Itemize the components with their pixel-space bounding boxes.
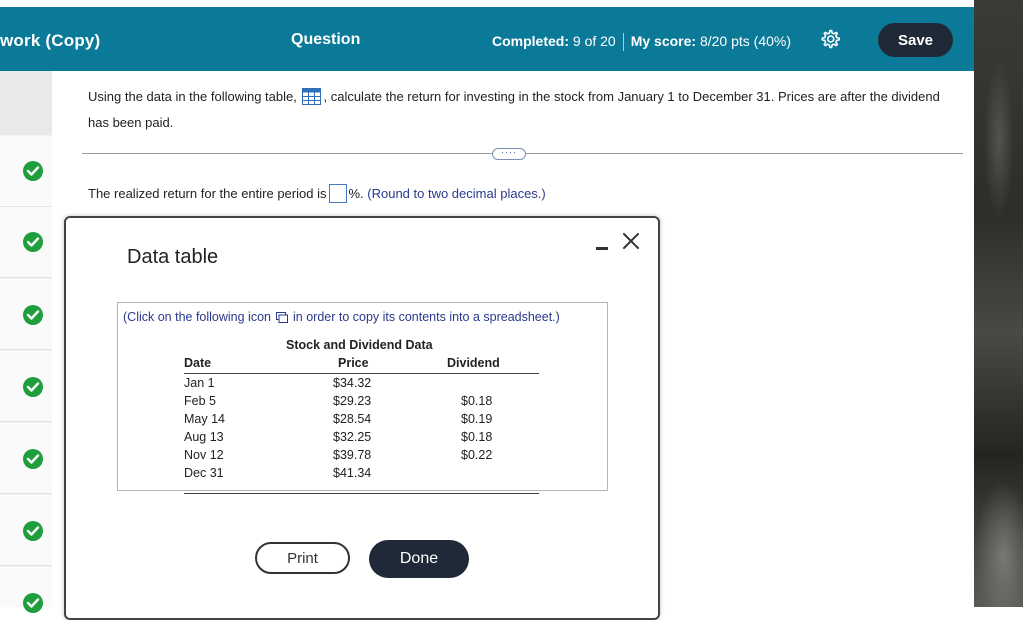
table-cell-date: Nov 12 xyxy=(184,448,224,462)
question-text-start: Using the data in the following table, xyxy=(88,89,297,104)
sidebar-question-item[interactable] xyxy=(0,136,52,207)
completed-value: 9 of 20 xyxy=(572,33,616,49)
sidebar-header xyxy=(0,71,52,135)
check-circle-icon xyxy=(23,593,43,613)
column-header-date: Date xyxy=(184,356,212,370)
score-value: 8/20 pts (40%) xyxy=(699,33,792,49)
table-icon[interactable] xyxy=(302,88,322,112)
close-icon[interactable] xyxy=(622,232,642,252)
save-button[interactable]: Save xyxy=(878,23,953,57)
header-bar: work (Copy) Question Completed: 9 of 20 M… xyxy=(0,7,974,71)
sidebar-question-item[interactable] xyxy=(0,351,52,422)
sidebar-question-item[interactable] xyxy=(0,567,52,613)
expand-more-button[interactable]: ···· xyxy=(492,148,526,160)
answer-hint: (Round to two decimal places.) xyxy=(367,186,546,201)
table-cell-dividend: $0.22 xyxy=(461,448,493,462)
copy-note: (Click on the following icon in order to… xyxy=(123,310,560,326)
top-gap xyxy=(0,0,974,7)
table-cell-dividend: $0.18 xyxy=(461,394,493,408)
score-label: My score: xyxy=(630,33,697,49)
progress-separator xyxy=(622,33,624,52)
gear-icon[interactable] xyxy=(819,28,841,50)
copy-spreadsheet-icon[interactable] xyxy=(276,312,288,326)
table-cell-price: $32.25 xyxy=(333,430,372,444)
check-circle-icon xyxy=(23,521,43,541)
column-header-price: Price xyxy=(338,356,369,370)
answer-prefix: The realized return for the entire perio… xyxy=(88,186,327,201)
table-cell-price: $34.32 xyxy=(333,376,372,390)
table-cell-dividend: $0.18 xyxy=(461,430,493,444)
sidebar-question-item[interactable] xyxy=(0,279,52,350)
modal-title: Data table xyxy=(127,246,219,268)
question-label: Question xyxy=(291,31,361,48)
table-cell-price: $28.54 xyxy=(333,412,372,426)
answer-suffix: %. xyxy=(348,186,364,201)
sidebar-question-item[interactable] xyxy=(0,423,52,494)
minimize-icon[interactable] xyxy=(596,240,610,254)
done-button[interactable]: Done xyxy=(369,540,469,578)
table-cell-date: Jan 1 xyxy=(184,376,215,390)
check-circle-icon xyxy=(23,377,43,397)
data-table-modal: Data table (Click on the following icon … xyxy=(64,216,660,620)
data-table-container: (Click on the following icon in order to… xyxy=(117,302,608,494)
progress-status: Completed: 9 of 20 My score: 8/20 pts (40… xyxy=(492,33,792,52)
completed-label: Completed: xyxy=(492,33,569,49)
table-cell-date: Aug 13 xyxy=(184,430,224,444)
assignment-title: work (Copy) xyxy=(0,31,101,50)
table-cell-price: $41.34 xyxy=(333,466,372,480)
answer-line: The realized return for the entire perio… xyxy=(88,184,546,203)
sidebar-question-item[interactable] xyxy=(0,495,52,566)
table-cell-dividend: $0.19 xyxy=(461,412,493,426)
check-circle-icon xyxy=(23,232,43,252)
check-circle-icon xyxy=(23,449,43,469)
table-cell-date: Dec 31 xyxy=(184,466,224,480)
table-cell-date: May 14 xyxy=(184,412,225,426)
print-button[interactable]: Print xyxy=(255,542,350,574)
table-cell-date: Feb 5 xyxy=(184,394,216,408)
check-circle-icon xyxy=(23,305,43,325)
table-cell-price: $39.78 xyxy=(333,448,372,462)
table-rule-bottom xyxy=(184,493,539,494)
copy-note-start: (Click on the following icon xyxy=(123,310,271,324)
table-rule-top xyxy=(184,373,539,374)
sidebar-question-item[interactable] xyxy=(0,207,52,278)
answer-input[interactable] xyxy=(329,184,348,203)
question-text: Using the data in the following table, ,… xyxy=(88,86,948,134)
background-photo-strip xyxy=(974,0,1023,607)
copy-note-end: in order to copy its contents into a spr… xyxy=(293,310,560,324)
table-cell-price: $29.23 xyxy=(333,394,372,408)
table-caption: Stock and Dividend Data xyxy=(286,338,433,352)
check-circle-icon xyxy=(23,161,43,181)
column-header-dividend: Dividend xyxy=(447,356,500,370)
